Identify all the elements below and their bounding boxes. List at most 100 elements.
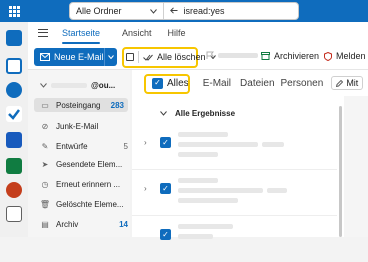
tab-hilfe[interactable]: Hilfe (168, 28, 186, 38)
scrollbar[interactable] (339, 106, 342, 237)
top-bar: Alle Ordner isread:yes (0, 0, 368, 22)
report-button[interactable]: Melden (324, 51, 366, 61)
unread-count: 14 (119, 219, 128, 229)
blurred-preview (178, 198, 238, 203)
chevron-right-icon: › (144, 184, 147, 193)
blurred-sender (178, 132, 228, 137)
filter-bar: ✓ Alles E-Mail Dateien Personen Mit (132, 70, 368, 96)
hamburger-menu-icon[interactable] (38, 29, 48, 37)
chevron-down-icon (160, 110, 167, 116)
folder-pane: @ou... ▭ Posteingang 283 ⊘ Junk-E-Mail ✎… (28, 70, 130, 237)
excel-app-icon[interactable] (6, 158, 22, 174)
sidebar-item-label: Junk-E-Mail (56, 121, 99, 131)
blurred-account-name (51, 82, 87, 88)
archive-button[interactable]: Archivieren (261, 51, 319, 61)
account-header[interactable]: @ou... (40, 78, 128, 92)
folder-scope-label: Alle Ordner (76, 6, 122, 16)
select-all-button[interactable]: Alle löschen (126, 51, 216, 63)
archive-label: Archivieren (274, 51, 320, 61)
app-launcher-icon[interactable] (9, 6, 20, 17)
trash-icon: 🗑 (39, 199, 51, 209)
blurred-preview (178, 152, 218, 157)
list-item[interactable]: › ✓ (132, 170, 337, 216)
unread-count: 283 (110, 100, 124, 110)
powerpoint-app-icon[interactable] (6, 182, 22, 198)
chevron-down-icon (149, 8, 157, 14)
mail-icon (40, 53, 50, 61)
chevron-right-icon: › (144, 138, 147, 147)
sidebar-item-drafts[interactable]: ✎ Entwürfe 5 (40, 139, 128, 153)
sidebar-item-label: Posteingang (56, 100, 101, 110)
junk-icon: ⊘ (41, 121, 49, 131)
message-list: ✓ Alles E-Mail Dateien Personen Mit Alle… (132, 70, 368, 240)
separator (138, 51, 139, 63)
group-label: Alle Ergebnisse (175, 108, 236, 118)
new-mail-button[interactable]: Neue E-Mail (34, 48, 117, 66)
group-header[interactable]: Alle Ergebnisse (132, 106, 352, 120)
checkbox-square-icon (126, 53, 134, 61)
pen-icon (336, 79, 344, 87)
sidebar-item-deleted[interactable]: 🗑 Gelöschte Eleme... (40, 197, 128, 211)
chevron-down-icon (108, 55, 114, 59)
blurred-date (267, 188, 287, 193)
word-app-icon[interactable] (6, 132, 22, 148)
blurred-subject (178, 188, 263, 193)
sidebar-item-label: Gesendete Elem... (56, 159, 123, 169)
account-label: @ou... (91, 80, 116, 90)
sidebar-item-archive[interactable]: ▤ Archiv 14 (40, 217, 128, 231)
reading-pane-edge (344, 96, 368, 237)
tab-ansicht[interactable]: Ansicht (122, 28, 152, 38)
people-app-icon[interactable] (6, 82, 22, 98)
shield-icon (324, 51, 332, 61)
sidebar-item-label: Gelöschte Eleme... (56, 199, 124, 209)
sidebar-item-inbox[interactable]: ▭ Posteingang 283 (34, 98, 128, 112)
blurred-subject (178, 142, 258, 147)
row-checkbox[interactable]: ✓ (160, 229, 171, 240)
mit-filter-button[interactable]: Mit (331, 76, 364, 90)
chevron-down-icon (40, 82, 47, 88)
menu-bar: Startseite Ansicht Hilfe (28, 22, 368, 44)
clock-icon: ◷ (41, 179, 49, 189)
sidebar-item-junk[interactable]: ⊘ Junk-E-Mail (40, 119, 128, 133)
blurred-date (262, 142, 284, 147)
blurred-sender (178, 178, 218, 183)
draft-count: 5 (123, 141, 128, 151)
report-label: Melden (336, 51, 366, 61)
sidebar-item-label: Erneut erinnern ... (56, 179, 121, 189)
inbox-icon: ▭ (41, 100, 49, 110)
todo-app-icon[interactable] (6, 106, 22, 122)
blurred-label (218, 52, 258, 58)
select-all-label: Alle löschen (157, 52, 206, 62)
send-icon: ➤ (41, 159, 49, 169)
archive-icon (261, 52, 270, 60)
mail-app-icon[interactable] (6, 30, 22, 46)
archive-icon: ▤ (41, 219, 49, 229)
new-mail-dropdown[interactable] (104, 48, 117, 66)
calendar-app-icon[interactable] (6, 58, 22, 74)
sidebar-item-sent[interactable]: ➤ Gesendete Elem... (40, 157, 128, 171)
drafts-icon: ✎ (41, 141, 49, 151)
sidebar-item-label: Archiv (56, 219, 79, 229)
sidebar-item-label: Entwürfe (56, 141, 88, 151)
search-box[interactable]: Alle Ordner isread:yes (69, 2, 299, 20)
more-apps-icon[interactable] (6, 206, 22, 222)
sidebar-item-snoozed[interactable]: ◷ Erneut erinnern ... (40, 177, 128, 191)
tab-startseite[interactable]: Startseite (62, 28, 101, 44)
filter-people[interactable]: Personen (281, 78, 324, 89)
blurred-subject (178, 234, 213, 239)
blurred-sender (178, 224, 233, 229)
filter-email[interactable]: E-Mail (203, 78, 231, 89)
app-rail (0, 22, 28, 237)
row-checkbox[interactable]: ✓ (160, 137, 171, 148)
row-checkbox[interactable]: ✓ (160, 183, 171, 194)
list-item[interactable]: ✓ (132, 216, 337, 262)
ribbon: Neue E-Mail Alle löschen Archivieren Mel… (28, 44, 368, 70)
double-check-icon (143, 54, 153, 61)
folder-scope-dropdown[interactable]: Alle Ordner (70, 3, 164, 19)
list-item[interactable]: › ✓ (132, 124, 337, 170)
highlight-box (144, 74, 190, 94)
search-input[interactable]: isread:yes (178, 6, 225, 16)
back-arrow-icon[interactable] (164, 6, 178, 16)
mit-label: Mit (346, 78, 359, 88)
filter-files[interactable]: Dateien (240, 78, 274, 89)
